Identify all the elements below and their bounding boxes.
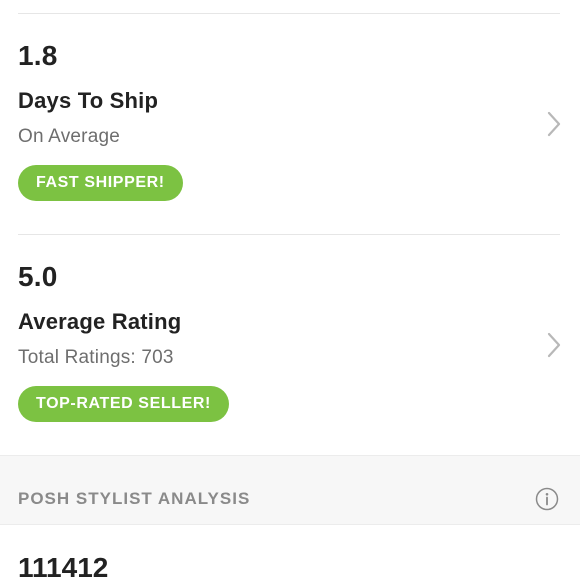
chevron-right-icon[interactable] — [546, 110, 562, 138]
top-rated-seller-badge: TOP-RATED SELLER! — [18, 386, 229, 422]
days-to-ship-card[interactable]: 1.8 Days To Ship On Average FAST SHIPPER… — [0, 14, 580, 234]
average-rating-label: Average Rating — [18, 309, 182, 334]
info-icon[interactable] — [535, 487, 559, 511]
average-rating-card[interactable]: 5.0 Average Rating Total Ratings: 703 TO… — [0, 235, 580, 455]
days-to-ship-value: 1.8 — [18, 40, 58, 71]
average-rating-value: 5.0 — [18, 261, 58, 292]
stylist-analysis-value: 111412 — [18, 552, 109, 580]
chevron-right-icon[interactable] — [546, 331, 562, 359]
seller-stats-page: 1.8 Days To Ship On Average FAST SHIPPER… — [0, 0, 580, 580]
section-title: POSH STYLIST ANALYSIS — [18, 489, 251, 508]
fast-shipper-badge: FAST SHIPPER! — [18, 165, 183, 201]
total-ratings-text: Total Ratings: 703 — [18, 347, 174, 368]
days-to-ship-label: Days To Ship — [18, 88, 159, 113]
posh-stylist-analysis-header: POSH STYLIST ANALYSIS — [0, 455, 580, 525]
days-to-ship-subtext: On Average — [18, 126, 121, 147]
